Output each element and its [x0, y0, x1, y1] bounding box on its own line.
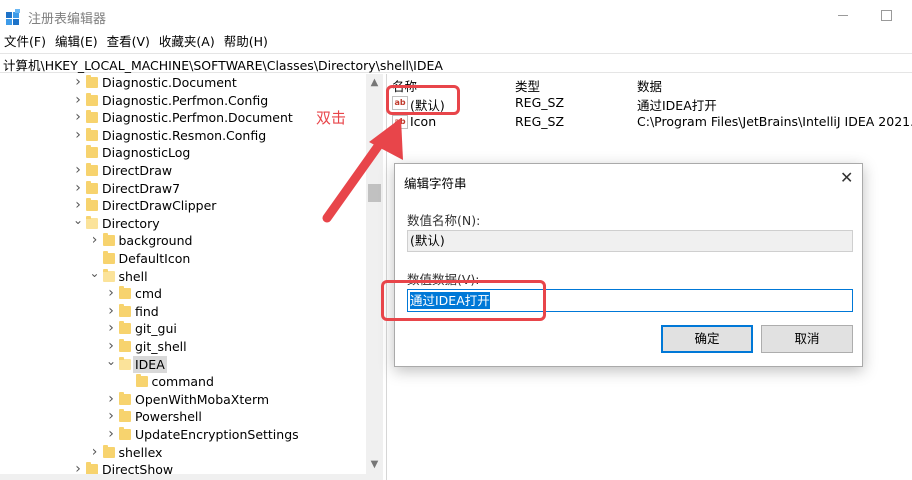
menu-file[interactable]: 文件(F) [0, 32, 51, 52]
tree-item-label: command [151, 374, 214, 390]
ok-button[interactable]: 确定 [661, 325, 753, 353]
tree-item-label: DirectDraw [102, 163, 173, 178]
tree-item-label: DirectDrawClipper [102, 198, 217, 214]
folder-icon [102, 251, 115, 264]
tree-item-label: DefaultIcon [118, 251, 191, 266]
maximize-icon[interactable] [881, 10, 892, 21]
close-icon[interactable]: ✕ [840, 168, 853, 188]
tree-item-label: Diagnostic.Document [102, 75, 237, 90]
folder-icon [119, 321, 131, 335]
folder-icon [119, 286, 131, 300]
chevron-right-icon[interactable]: › [105, 338, 117, 355]
chevron-right-icon[interactable]: › [105, 408, 117, 425]
scroll-down-icon[interactable]: ▼ [366, 458, 383, 472]
chevron-right-icon[interactable]: › [105, 303, 117, 320]
tree-item-label: UpdateEncryptionSettings [135, 427, 299, 442]
address-path[interactable]: 计算机\HKEY_LOCAL_MACHINE\SOFTWARE\Classes\… [3, 55, 443, 74]
scroll-up-icon[interactable]: ▲ [366, 76, 383, 90]
value-data: C:\Program Files\JetBrains\IntelliJ IDEA… [637, 114, 912, 129]
folder-icon [119, 391, 131, 405]
tree-item-label: git_gui [135, 321, 177, 337]
chevron-right-icon[interactable]: › [72, 162, 84, 179]
chevron-down-icon[interactable]: ⌄ [89, 267, 101, 285]
folder-icon [102, 268, 115, 282]
chevron-right-icon[interactable]: › [72, 74, 84, 91]
chevron-right-icon[interactable]: › [105, 391, 117, 408]
window-title: 注册表编辑器 [28, 12, 107, 27]
menu-edit[interactable]: 编辑(E) [51, 32, 103, 52]
minimize-icon[interactable] [838, 15, 848, 16]
cancel-button[interactable]: 取消 [761, 325, 853, 353]
column-header-type[interactable]: 类型 [515, 76, 540, 95]
dialog-title: 编辑字符串 [404, 176, 467, 191]
annotation-highlight-default [386, 85, 460, 115]
chevron-down-icon[interactable]: ⌄ [105, 355, 117, 373]
menu-bar: 文件(F) 编辑(E) 查看(V) 收藏夹(A) 帮助(H) [0, 32, 273, 52]
folder-icon [86, 198, 98, 212]
folder-icon [119, 303, 131, 317]
folder-icon [86, 215, 98, 229]
annotation-highlight-data [381, 280, 546, 321]
chevron-down-icon[interactable]: ⌄ [72, 214, 84, 232]
folder-icon [86, 92, 98, 106]
folder-icon [86, 145, 98, 159]
tree-item-label: Powershell [135, 409, 202, 425]
tree-item-label: background [118, 233, 193, 249]
menu-help[interactable]: 帮助(H) [220, 32, 273, 52]
chevron-right-icon[interactable]: › [105, 426, 117, 443]
registry-app-icon [6, 9, 20, 25]
tree-item-label: find [135, 303, 159, 319]
tree-item-label: Diagnostic.Resmon.Config [102, 127, 267, 143]
folder-icon [102, 233, 115, 247]
folder-icon [86, 75, 98, 88]
address-bar[interactable]: 计算机\HKEY_LOCAL_MACHINE\SOFTWARE\Classes\… [0, 53, 912, 73]
value-data: 通过IDEA打开 [637, 98, 717, 113]
tree-horizontal-scrollbar[interactable] [0, 474, 383, 480]
folder-icon [86, 127, 98, 141]
chevron-right-icon[interactable]: › [72, 92, 84, 109]
folder-icon [102, 444, 115, 458]
tree-item-label: Diagnostic.Perfmon.Config [102, 92, 269, 108]
title-bar: 注册表编辑器 [0, 0, 912, 32]
tree-item-label: OpenWithMobaXterm [135, 391, 270, 407]
tree-item-label: IDEA [133, 355, 167, 374]
edit-string-dialog: 编辑字符串 ✕ 数值名称(N): (默认) 数值数据(V): 通过IDEA打开 … [394, 163, 863, 367]
tree-item-label: Directory [102, 215, 160, 231]
chevron-right-icon[interactable]: › [72, 127, 84, 144]
tree-item-label: cmd [135, 286, 162, 302]
column-header-data[interactable]: 数据 [637, 76, 662, 95]
folder-icon [119, 339, 131, 352]
value-type: REG_SZ [515, 114, 565, 129]
folder-icon [119, 427, 131, 440]
folder-icon [86, 163, 98, 176]
folder-icon [119, 409, 131, 423]
chevron-right-icon[interactable]: › [72, 180, 84, 197]
tree-item-label: DirectDraw7 [102, 180, 181, 196]
chevron-right-icon[interactable]: › [72, 197, 84, 214]
chevron-right-icon[interactable]: › [89, 232, 101, 249]
tree-item-label: shell [118, 268, 148, 284]
value-name-label: 数值名称(N): [407, 213, 481, 228]
tree-item-label: Diagnostic.Perfmon.Document [102, 110, 293, 126]
folder-icon [86, 180, 98, 194]
chevron-right-icon[interactable]: › [89, 444, 101, 461]
chevron-right-icon[interactable]: › [105, 320, 117, 337]
registry-tree: › Diagnostic.Document › Diagnostic.Perfmon.… [0, 74, 366, 480]
menu-view[interactable]: 查看(V) [103, 32, 155, 52]
tree-item-label: shellex [118, 444, 163, 460]
folder-icon [119, 356, 131, 370]
folder-icon [86, 110, 98, 124]
chevron-right-icon[interactable]: › [72, 109, 84, 126]
tree-item-label: git_shell [135, 339, 187, 354]
folder-icon [135, 374, 148, 388]
value-name-field: (默认) [407, 230, 853, 252]
chevron-right-icon[interactable]: › [105, 285, 117, 302]
value-type: REG_SZ [515, 95, 565, 110]
tree-item-label: DiagnosticLog [102, 145, 191, 161]
menu-favorites[interactable]: 收藏夹(A) [155, 32, 220, 52]
